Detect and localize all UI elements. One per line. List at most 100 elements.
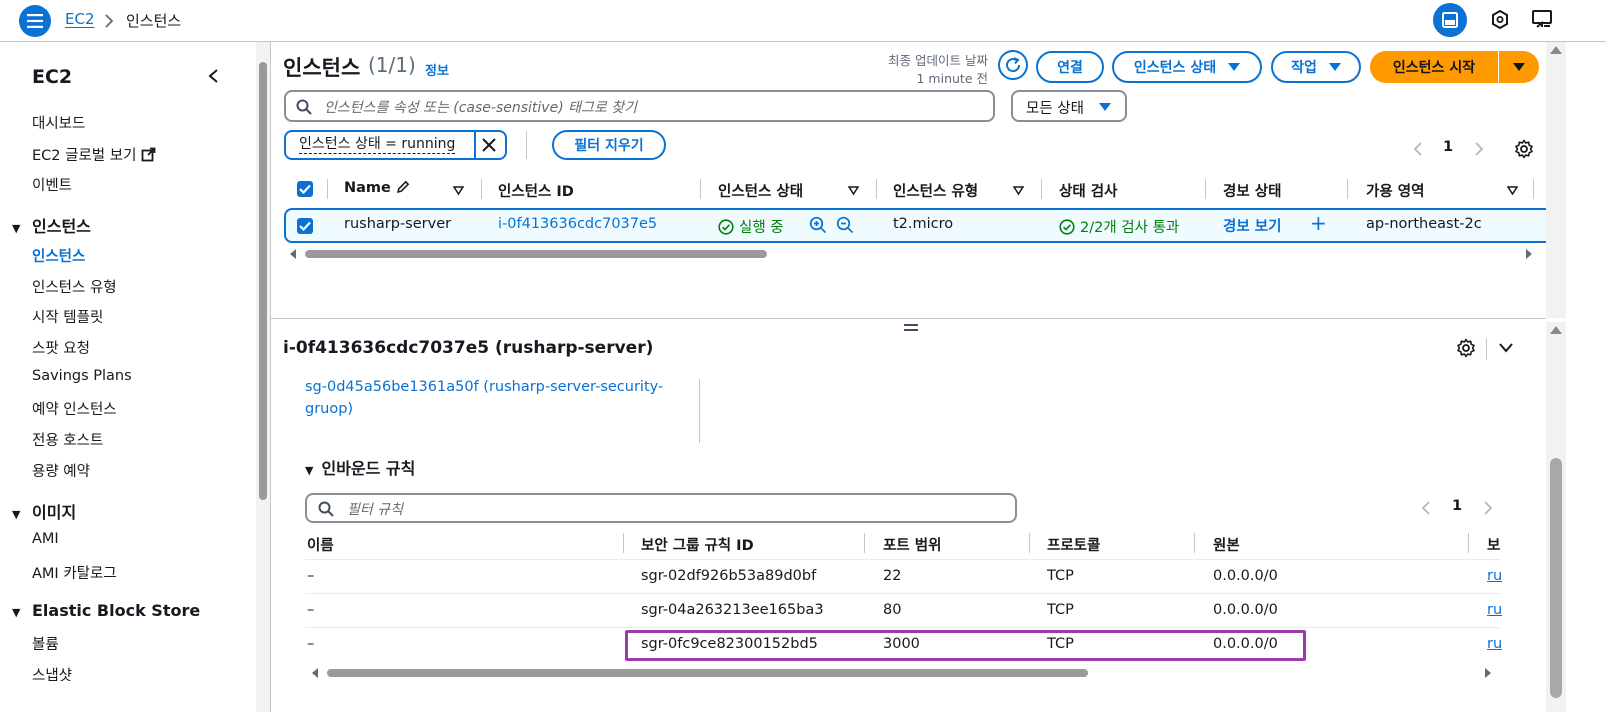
rule-truncated-link[interactable]: ru [1487,636,1502,652]
remove-token-icon[interactable] [482,138,496,152]
sidebar-item-launch-templates[interactable]: 시작 템플릿 [32,306,103,327]
add-alarm-button[interactable]: + [1310,211,1327,235]
sort-icon[interactable] [1507,186,1518,195]
sort-icon[interactable] [1013,186,1024,195]
cloudshell-icon[interactable] [1490,9,1510,31]
page-number[interactable]: 1 [1443,139,1453,155]
sidebar-item-spot-requests[interactable]: 스팟 요청 [32,337,90,358]
rules-page-number[interactable]: 1 [1452,498,1462,514]
sidebar-item-ami[interactable]: AMI [32,531,59,547]
sidebar-section-ebs[interactable]: ▼ Elastic Block Store [12,601,200,620]
next-page-icon[interactable] [1483,500,1493,516]
main-scrollbar-track[interactable] [1546,42,1566,318]
rule-truncated-link[interactable]: ru [1487,568,1502,584]
sidebar-item-capacity-reservations[interactable]: 용량 예약 [32,460,90,481]
success-check-icon [718,219,734,235]
scroll-up-arrow-icon[interactable] [1550,46,1562,54]
security-group-link[interactable]: sg-0d45a56be1361a50f (rusharp-server-sec… [305,376,685,420]
sort-icon[interactable] [848,186,859,195]
search-icon [296,99,312,115]
column-header-instance-id[interactable]: 인스턴스 ID [498,180,574,201]
rule-filter-input[interactable]: 필터 규칙 [305,493,1017,523]
zoom-out-icon[interactable] [836,216,854,234]
sidebar-item-dedicated-hosts[interactable]: 전용 호스트 [32,429,103,450]
hamburger-menu-button[interactable] [19,5,51,37]
side-navigation: EC2 대시보드 EC2 글로벌 보기 이벤트 ▼ 인스턴스 인스턴스 인스턴스 … [0,42,256,712]
launch-instance-button[interactable]: 인스턴스 시작 [1370,51,1498,83]
rule-source: 0.0.0.0/0 [1213,568,1278,584]
split-panel-divider [271,318,1546,319]
collapse-sidebar-icon[interactable] [207,68,219,84]
panel-toggle-button[interactable] [1433,3,1467,37]
scroll-up-arrow-icon[interactable] [1550,326,1562,334]
row-checkbox[interactable] [297,218,313,234]
feedback-icon[interactable] [1531,8,1553,30]
caret-down-icon [1099,103,1111,111]
rules-scrollbar-thumb[interactable] [327,669,1088,677]
select-all-checkbox[interactable] [297,181,313,197]
column-header-availability-zone[interactable]: 가용 영역 [1366,180,1424,201]
resize-handle-line[interactable] [904,329,918,331]
launch-instance-dropdown[interactable] [1499,51,1539,83]
sidebar-item-global-view[interactable]: EC2 글로벌 보기 [32,144,156,165]
column-header-status-check[interactable]: 상태 검사 [1059,180,1117,201]
column-header-instance-type[interactable]: 인스턴스 유형 [893,180,978,201]
connect-button[interactable]: 연결 [1036,51,1104,83]
sidebar-item-dashboard[interactable]: 대시보드 [32,112,85,133]
sidebar-item-events[interactable]: 이벤트 [32,174,72,195]
zoom-in-icon[interactable] [809,216,827,234]
clear-filters-button[interactable]: 필터 지우기 [552,130,666,160]
scroll-left-arrow-icon[interactable] [289,249,297,259]
split-panel-icon [1442,12,1458,28]
rules-column-source[interactable]: 원본 [1213,534,1240,555]
instance-id-link[interactable]: i-0f413636cdc7037e5 [498,216,657,232]
collapse-panel-chevron-icon[interactable] [1498,342,1514,354]
column-header-name[interactable]: Name [344,180,410,196]
scroll-left-arrow-icon[interactable] [311,668,319,678]
actions-button[interactable]: 작업 [1271,51,1361,83]
rules-column-rule-id[interactable]: 보안 그룹 규칙 ID [641,534,754,555]
resize-handle-line[interactable] [904,324,918,326]
breadcrumb-ec2-link[interactable]: EC2 [65,10,95,28]
settings-gear-icon[interactable] [1514,139,1534,159]
rules-column-protocol[interactable]: 프로토콜 [1047,534,1100,555]
sidebar-item-instances[interactable]: 인스턴스 [32,245,85,266]
rule-truncated-link[interactable]: ru [1487,602,1502,618]
sidebar-item-savings-plans[interactable]: Savings Plans [32,368,132,384]
sidebar-section-instances[interactable]: ▼ 인스턴스 [12,213,91,237]
refresh-button[interactable] [998,50,1028,80]
sidebar-item-ami-catalog[interactable]: AMI 카탈로그 [32,562,117,583]
column-separator [623,533,624,553]
instance-search-input[interactable]: 인스턴스를 속성 또는 (case-sensitive) 태그로 찾기 [284,90,995,122]
filter-token-separator [474,130,476,160]
column-header-alarm-status[interactable]: 경보 상태 [1223,180,1281,201]
sidebar-item-snapshots[interactable]: 스냅샷 [32,664,72,685]
settings-gear-icon[interactable] [1456,338,1476,358]
filter-token-label[interactable]: 인스턴스 상태 = running [299,136,456,154]
sidebar-item-volumes[interactable]: 볼륨 [32,633,59,654]
instance-state-button[interactable]: 인스턴스 상태 [1112,51,1262,83]
column-header-instance-state[interactable]: 인스턴스 상태 [718,180,803,201]
column-separator [1468,533,1469,553]
table-scrollbar-thumb[interactable] [305,250,767,258]
inbound-rules-header[interactable]: ▼ 인바운드 규칙 [305,455,415,479]
next-page-icon[interactable] [1474,141,1484,157]
sidebar-item-instance-types[interactable]: 인스턴스 유형 [32,276,117,297]
sidebar-scrollbar-thumb[interactable] [259,62,267,500]
details-scrollbar-thumb[interactable] [1550,458,1562,698]
previous-page-icon[interactable] [1421,500,1431,516]
sidebar-item-reserved-instances[interactable]: 예약 인스턴스 [32,398,117,419]
scroll-right-arrow-icon[interactable] [1525,249,1533,259]
state-filter-select[interactable]: 모든 상태 [1011,90,1127,122]
info-link[interactable]: 정보 [425,60,449,79]
sort-icon[interactable] [453,186,464,195]
view-alarms-link[interactable]: 경보 보기 [1223,215,1281,236]
sidebar-section-images[interactable]: ▼ 이미지 [12,499,76,523]
rules-column-port-range[interactable]: 포트 범위 [883,534,941,555]
column-separator [327,179,328,199]
previous-page-icon[interactable] [1413,141,1423,157]
rules-column-name[interactable]: 이름 [307,534,334,555]
scroll-right-arrow-icon[interactable] [1484,668,1492,678]
rules-column-truncated[interactable]: 보 [1487,534,1500,555]
status-check: 2/2개 검사 통과 [1059,216,1179,237]
